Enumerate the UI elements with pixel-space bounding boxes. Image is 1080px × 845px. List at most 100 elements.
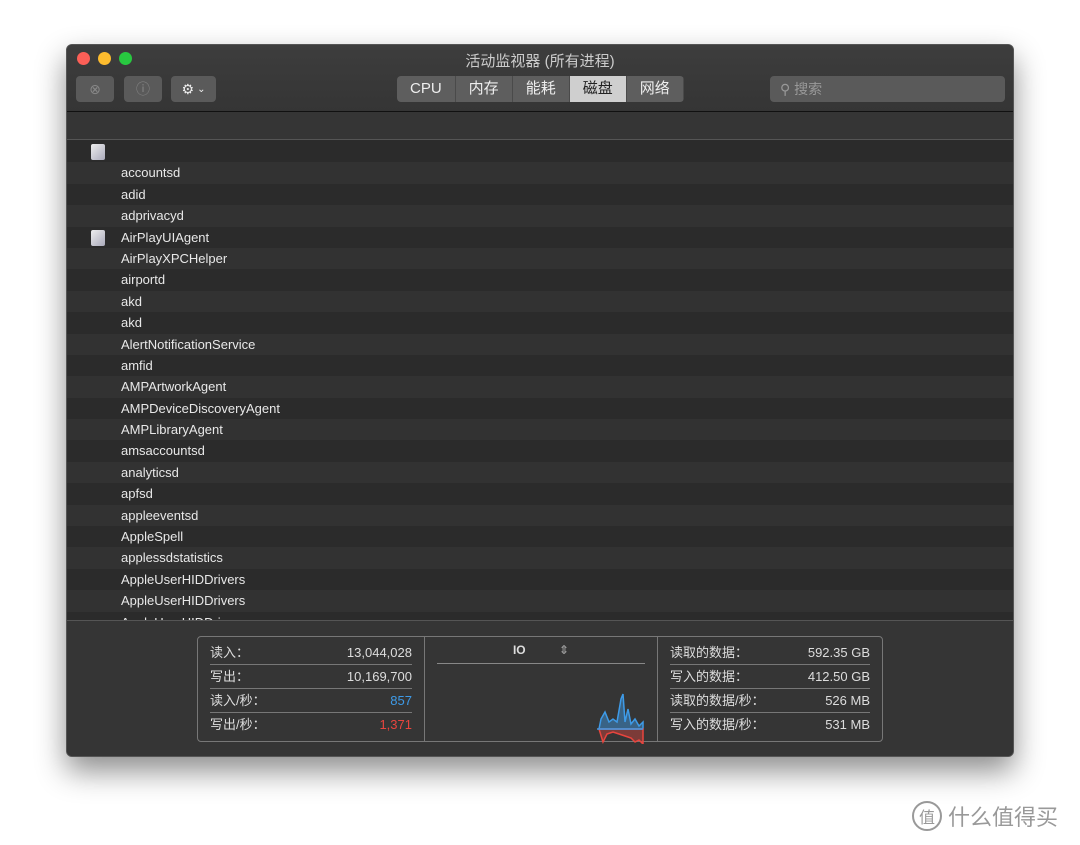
- process-row[interactable]: AppleUserHIDDrivers: [67, 568, 1013, 591]
- search-placeholder: 搜索: [794, 81, 823, 97]
- app-icon: [91, 229, 105, 246]
- process-name: akd: [121, 293, 142, 309]
- stat-label: 写出/秒：: [210, 717, 266, 732]
- stat-value: 531 MB: [825, 717, 870, 732]
- process-row[interactable]: AppleUserHIDDrivers: [67, 590, 1013, 612]
- stat-value: 857: [390, 693, 412, 708]
- process-name: adprivacyd: [121, 208, 184, 224]
- process-name: AMPArtworkAgent: [121, 379, 227, 395]
- process-name: AlertNotificationService: [121, 336, 256, 352]
- chevron-down-icon: ⌄: [197, 83, 206, 95]
- graph-type-label[interactable]: IO: [513, 643, 526, 657]
- stat-value: 1,371: [379, 717, 412, 732]
- process-row[interactable]: AppleUserHIDDrivers: [67, 611, 1013, 620]
- io-graph: [597, 693, 644, 746]
- search-icon: ⚲: [780, 81, 791, 97]
- watermark-text: 什么值得买: [948, 805, 1059, 830]
- read-area: [598, 693, 644, 730]
- process-row[interactable]: akd: [67, 290, 1013, 313]
- process-row[interactable]: apfsd: [67, 483, 1013, 505]
- stat-value: 10,169,700: [346, 669, 412, 684]
- process-name: appleeventsd: [121, 507, 199, 523]
- tab-2[interactable]: 能耗: [513, 76, 570, 102]
- title-bar: 活动监视器 (所有进程) ⊗ ⓘ ⚙ ⌄ CPU 内存 能耗 磁盘 网络 ⚲ 搜索: [67, 45, 1013, 112]
- process-name: AppleUserHIDDrivers: [121, 593, 246, 609]
- process-row[interactable]: AppleSpell: [67, 526, 1013, 548]
- process-row[interactable]: amfid: [67, 354, 1013, 377]
- stat-row: 读取的数据/秒： 526 MB: [670, 689, 870, 713]
- process-name: amfid: [121, 357, 153, 373]
- stat-row: 读入： 13,044,028: [210, 641, 412, 665]
- process-name: apfsd: [121, 486, 153, 502]
- process-list[interactable]: accountsd adid adprivacyd AirPlayUIAgent Air…: [67, 141, 1013, 620]
- process-name: applessdstatistics: [121, 550, 223, 566]
- stat-label: 读入/秒：: [210, 693, 266, 708]
- stat-label: 读入：: [210, 645, 250, 660]
- info-button[interactable]: ⓘ: [124, 76, 162, 102]
- process-name: AirPlayUIAgent: [121, 229, 210, 245]
- x-circle-icon: ⊗: [89, 80, 101, 97]
- stat-row: 写出： 10,169,700: [210, 665, 412, 689]
- stat-label: 写入的数据/秒：: [670, 717, 765, 732]
- stat-row: 写入的数据： 412.50 GB: [670, 665, 870, 689]
- watermark-logo: 值什么值得买: [912, 800, 1058, 832]
- tab-0[interactable]: CPU: [397, 76, 456, 102]
- process-name: accountsd: [121, 165, 181, 181]
- stat-label: 读取的数据/秒：: [670, 693, 765, 708]
- stat-row: 读取的数据： 592.35 GB: [670, 641, 870, 665]
- process-name: AppleUserHIDDrivers: [121, 571, 246, 587]
- stat-label: 写出：: [210, 669, 250, 684]
- stat-row: 写入的数据/秒： 531 MB: [670, 713, 870, 737]
- process-name: AirPlayXPCHelper: [121, 250, 228, 266]
- process-row[interactable]: AMPDeviceDiscoveryAgent: [67, 397, 1013, 420]
- stat-label: 写入的数据：: [670, 669, 749, 684]
- window-title: 活动监视器 (所有进程): [465, 53, 615, 70]
- tab-4[interactable]: 网络: [627, 76, 684, 102]
- process-row[interactable]: AirPlayUIAgent: [67, 226, 1013, 248]
- stat-row: 读入/秒： 857: [210, 689, 412, 713]
- process-name: AMPLibraryAgent: [121, 422, 223, 438]
- process-row[interactable]: applessdstatistics: [67, 547, 1013, 569]
- process-row[interactable]: adprivacyd: [67, 205, 1013, 227]
- process-name: AMPDeviceDiscoveryAgent: [121, 400, 280, 416]
- process-row[interactable]: amsaccountsd: [67, 440, 1013, 462]
- process-row[interactable]: AlertNotificationService: [67, 333, 1013, 355]
- stat-value: 592.35 GB: [807, 645, 870, 660]
- process-row[interactable]: analyticsd: [67, 461, 1013, 484]
- process-row[interactable]: appleeventsd: [67, 504, 1013, 527]
- app-icon: [91, 144, 105, 160]
- gear-icon: ⚙: [181, 80, 195, 97]
- process-row[interactable]: akd: [67, 312, 1013, 334]
- process-row[interactable]: AMPLibraryAgent: [67, 419, 1013, 441]
- stat-label: 读取的数据：: [670, 645, 749, 660]
- view-tabs: CPU 内存 能耗 磁盘 网络: [397, 76, 684, 102]
- activity-monitor-window: 活动监视器 (所有进程) ⊗ ⓘ ⚙ ⌄ CPU 内存 能耗 磁盘 网络 ⚲ 搜索 acc…: [66, 44, 1014, 757]
- stat-value: 412.50 GB: [807, 669, 870, 684]
- process-row[interactable]: adid: [67, 183, 1013, 206]
- process-row[interactable]: [67, 141, 1013, 163]
- process-name: analyticsd: [121, 464, 179, 480]
- process-row[interactable]: airportd: [67, 269, 1013, 291]
- stop-process-button[interactable]: ⊗: [76, 76, 114, 102]
- column-header[interactable]: [67, 112, 1013, 140]
- process-row[interactable]: AMPArtworkAgent: [67, 376, 1013, 398]
- gear-menu-button[interactable]: ⚙ ⌄: [171, 76, 216, 102]
- stat-value: 526 MB: [825, 693, 870, 708]
- process-row[interactable]: accountsd: [67, 162, 1013, 184]
- search-input[interactable]: ⚲ 搜索: [770, 76, 1005, 102]
- write-area: [597, 728, 644, 746]
- info-icon: ⓘ: [136, 81, 150, 97]
- tab-3[interactable]: 磁盘: [569, 76, 627, 102]
- updown-chevron-icon[interactable]: ⇕: [559, 643, 569, 657]
- tab-1[interactable]: 内存: [456, 76, 513, 102]
- process-name: adid: [121, 186, 146, 202]
- process-row[interactable]: AirPlayXPCHelper: [67, 247, 1013, 270]
- disk-summary: 读入： 13,044,028 写出： 10,169,700 读入/秒： 857 写出/秒： 1…: [67, 620, 1013, 756]
- process-name: AppleSpell: [121, 529, 184, 545]
- process-name: airportd: [121, 272, 166, 288]
- stat-value: 13,044,028: [346, 645, 412, 660]
- stat-row: 写出/秒： 1,371: [210, 713, 412, 737]
- process-name: akd: [121, 315, 142, 331]
- process-name: amsaccountsd: [121, 443, 205, 459]
- io-graph-panel: IO ⇕: [424, 637, 658, 746]
